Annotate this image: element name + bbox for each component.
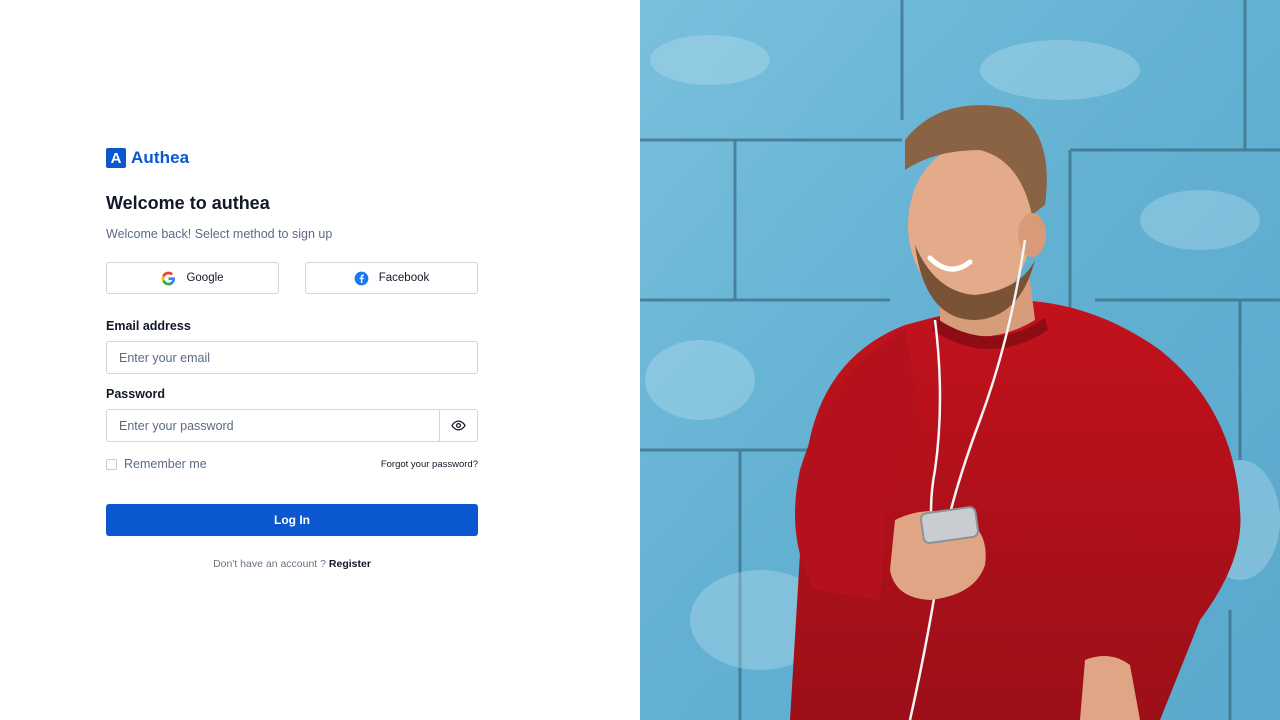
forgot-password-link[interactable]: Forgot your password? [381,459,478,470]
remember-me-checkbox[interactable] [106,458,117,470]
social-login-row: Google Facebook [106,262,478,294]
remember-me[interactable]: Remember me [106,457,207,471]
hero-image [640,0,1280,720]
register-row: Don't have an account ? Register [106,558,478,570]
email-label: Email address [106,319,191,333]
remember-me-label: Remember me [124,457,207,471]
brand-logo[interactable]: A Authea [106,147,478,169]
login-options-row: Remember me Forgot your password? [106,457,478,471]
page-subtitle: Welcome back! Select method to sign up [106,227,333,241]
password-label: Password [106,387,166,401]
password-row [106,409,478,442]
page-title: Welcome to authea [106,193,270,213]
google-icon [162,271,176,285]
login-form: A Authea Welcome to authea Welcome back!… [106,147,478,570]
toggle-password-visibility-button[interactable] [439,409,478,442]
register-prompt: Don't have an account ? [213,558,326,570]
facebook-login-button[interactable]: Facebook [305,262,478,294]
facebook-button-label: Facebook [378,272,430,284]
phone [919,506,980,544]
email-field[interactable] [106,341,478,374]
hero-illustration [640,0,1280,720]
brand-name: Authea [131,148,190,167]
facebook-icon [354,271,369,285]
login-button[interactable]: Log In [106,504,478,536]
register-link[interactable]: Register [329,558,371,570]
login-panel: A Authea Welcome to authea Welcome back!… [0,0,640,720]
password-field[interactable] [106,409,439,442]
brand-mark-icon: A [106,148,126,168]
eye-icon [451,420,466,431]
google-button-label: Google [186,272,224,284]
google-login-button[interactable]: Google [106,262,279,294]
